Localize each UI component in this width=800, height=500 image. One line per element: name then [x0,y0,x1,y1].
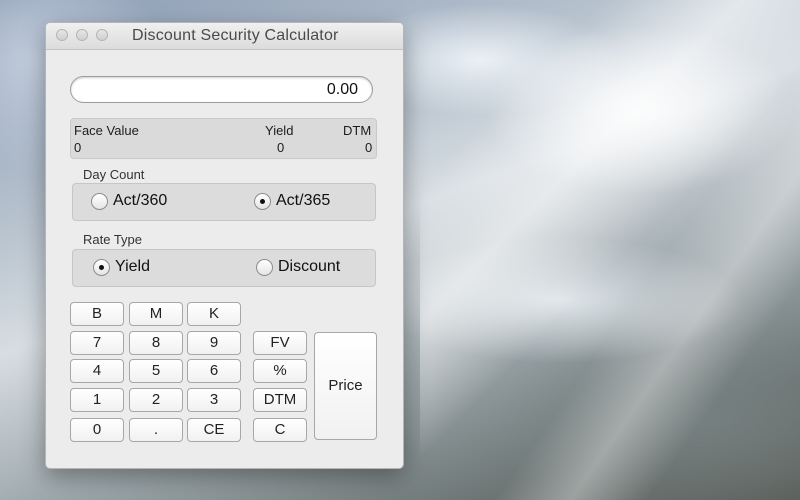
rate-type-group: Yield Discount [72,249,376,287]
rate-type-label: Rate Type [83,232,143,247]
key-clear-entry[interactable]: CE [187,418,241,442]
face-value-value: 0 [74,140,82,155]
key-clear[interactable]: C [253,418,307,442]
radio-discount-indicator[interactable] [256,258,273,276]
yield-label: Yield [265,123,294,138]
key-7[interactable]: 7 [70,331,124,355]
key-dtm[interactable]: DTM [253,388,307,412]
day-count-label: Day Count [83,167,145,182]
close-window-icon[interactable] [56,29,68,41]
key-decimal[interactable]: . [129,418,183,442]
key-1[interactable]: 1 [70,388,124,412]
info-panel: Face Value 0 Yield 0 DTM 0 [70,118,377,159]
result-display: 0.00 [70,76,373,103]
key-9[interactable]: 9 [187,331,241,355]
radio-yield-indicator[interactable] [93,258,110,276]
key-2[interactable]: 2 [129,388,183,412]
key-6[interactable]: 6 [187,359,241,383]
radio-act-360[interactable]: Act/360 [91,192,167,210]
key-0[interactable]: 0 [70,418,124,442]
key-4[interactable]: 4 [70,359,124,383]
price-button[interactable]: Price [314,332,377,440]
radio-act-360-indicator[interactable] [91,192,108,210]
radio-act-360-label: Act/360 [113,192,168,209]
radio-discount-label: Discount [278,258,341,275]
radio-discount[interactable]: Discount [256,258,340,276]
key-percent[interactable]: % [253,359,307,383]
radio-yield[interactable]: Yield [93,258,150,276]
calculator-window: Discount Security Calculator 0.00 Face V… [45,22,404,469]
dtm-value: 0 [365,140,373,155]
dtm-label: DTM [343,123,372,138]
key-fv[interactable]: FV [253,331,307,355]
face-value-label: Face Value [74,123,139,138]
key-m[interactable]: M [129,302,183,326]
key-5[interactable]: 5 [129,359,183,383]
day-count-group: Act/360 Act/365 [72,183,376,221]
window-title: Discount Security Calculator [132,27,339,44]
key-k[interactable]: K [187,302,241,326]
desktop-wallpaper [420,0,800,500]
radio-act-365-indicator[interactable] [254,192,271,210]
radio-yield-label: Yield [115,258,150,275]
radio-act-365[interactable]: Act/365 [254,192,330,210]
key-3[interactable]: 3 [187,388,241,412]
minimize-window-icon[interactable] [76,29,88,41]
zoom-window-icon[interactable] [96,29,108,41]
key-8[interactable]: 8 [129,331,183,355]
title-bar[interactable]: Discount Security Calculator [46,23,403,50]
radio-act-365-label: Act/365 [276,192,331,209]
yield-value: 0 [277,140,285,155]
key-b[interactable]: B [70,302,124,326]
